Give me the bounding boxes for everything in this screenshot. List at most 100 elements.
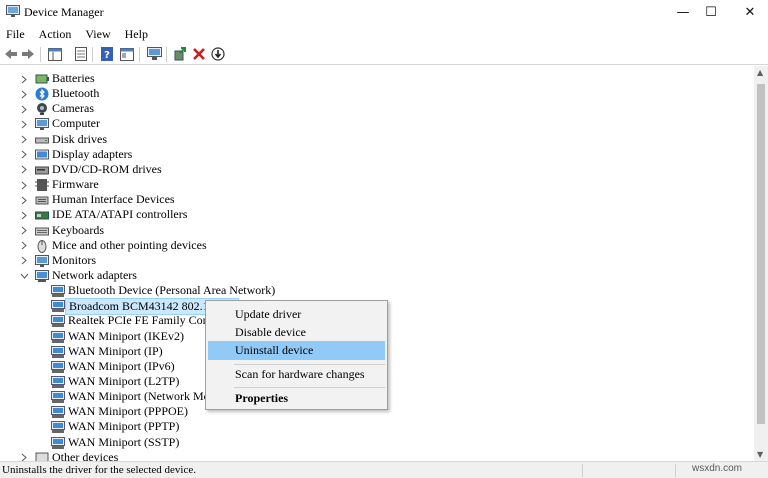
tree-category-label: Computer	[52, 116, 100, 131]
ctx-uninstall-device[interactable]: Uninstall device	[208, 341, 385, 360]
ctx-properties[interactable]: Properties	[208, 389, 385, 408]
tree-category-row[interactable]: Display adapters	[0, 147, 740, 162]
tree-category-label: Mice and other pointing devices	[52, 237, 207, 252]
menu-view[interactable]: View	[79, 24, 118, 43]
download-arrow-icon	[211, 47, 225, 61]
tree-category-row[interactable]: Cameras	[0, 101, 740, 116]
chevron-right-icon[interactable]	[19, 135, 29, 145]
disk-drive-icon	[35, 133, 49, 147]
bluetooth-icon	[35, 87, 49, 101]
close-button[interactable]: ✕	[727, 0, 768, 24]
uninstall-x-icon	[193, 48, 205, 60]
window-title: Device Manager	[24, 5, 104, 19]
update-driver-icon	[174, 47, 186, 61]
help-button[interactable]: ?	[99, 46, 115, 62]
mouse-icon	[35, 239, 49, 253]
toolbar-separator	[166, 47, 167, 62]
tree-category-row[interactable]: Computer	[0, 116, 740, 131]
console-tree-button[interactable]	[47, 46, 63, 62]
tree-category-row[interactable]: Bluetooth	[0, 86, 740, 101]
enable-device-button[interactable]	[210, 46, 226, 62]
tree-category-row[interactable]: Mice and other pointing devices	[0, 238, 740, 253]
chevron-right-icon[interactable]	[19, 165, 29, 175]
tree-category-label: IDE ATA/ATAPI controllers	[52, 207, 188, 222]
chevron-right-icon[interactable]	[19, 104, 29, 114]
device-label: WAN Miniport (IKEv2)	[68, 328, 184, 343]
network-adapter-row[interactable]: WAN Miniport (SSTP)	[0, 435, 740, 450]
chevron-right-icon[interactable]	[19, 74, 29, 84]
chevron-right-icon[interactable]	[19, 195, 29, 205]
maximize-icon: ☐	[705, 4, 717, 20]
chevron-right-icon[interactable]	[19, 150, 29, 160]
chevron-right-icon[interactable]	[19, 119, 29, 129]
tree-category-label: Human Interface Devices	[52, 192, 175, 207]
menu-bar: File Action View Help	[0, 24, 768, 43]
device-label: WAN Miniport (SSTP)	[68, 434, 180, 449]
tree-category-row[interactable]: Keyboards	[0, 223, 740, 238]
title-bar: Device Manager — ☐ ✕	[0, 0, 768, 24]
status-separator	[582, 464, 583, 477]
chevron-right-icon[interactable]	[19, 210, 29, 220]
ctx-update-driver[interactable]: Update driver	[208, 305, 385, 324]
toolbar-separator	[40, 47, 41, 62]
properties-sheet-icon	[75, 47, 87, 61]
context-menu: Update driver Disable device Uninstall d…	[205, 300, 388, 410]
tree-category-label: Cameras	[52, 101, 94, 116]
back-button[interactable]	[3, 46, 19, 62]
menu-file[interactable]: File	[0, 24, 33, 43]
update-driver-button[interactable]	[172, 46, 188, 62]
tree-category-row[interactable]: Network adapters	[0, 268, 740, 283]
tree-category-row[interactable]: Monitors	[0, 253, 740, 268]
tree-category-label: Keyboards	[52, 222, 104, 237]
network-adapter-icon	[51, 375, 65, 389]
toolbar: ?	[0, 43, 768, 65]
uninstall-button[interactable]	[191, 46, 207, 62]
back-arrow-icon	[5, 49, 17, 59]
menu-help[interactable]: Help	[119, 24, 156, 43]
network-adapter-row[interactable]: WAN Miniport (PPTP)	[0, 419, 740, 434]
status-text: Uninstalls the driver for the selected d…	[2, 464, 196, 476]
chevron-right-icon[interactable]	[19, 226, 29, 236]
tree-category-row[interactable]: Human Interface Devices	[0, 192, 740, 207]
tree-category-row[interactable]: DVD/CD-ROM drives	[0, 162, 740, 177]
network-adapter-row[interactable]: Bluetooth Device (Personal Area Network)	[0, 283, 740, 298]
tree-category-label: Batteries	[52, 71, 95, 85]
monitor-icon	[35, 254, 49, 268]
forward-button[interactable]	[20, 46, 36, 62]
scan-hardware-button[interactable]	[146, 46, 162, 62]
tree-category-row[interactable]: Other devices	[0, 450, 740, 461]
properties-button[interactable]	[73, 46, 89, 62]
network-adapter-icon	[51, 330, 65, 344]
chevron-down-icon[interactable]	[19, 271, 29, 281]
vertical-scrollbar[interactable]: ▲ ▼	[754, 66, 768, 461]
chevron-right-icon[interactable]	[19, 180, 29, 190]
chevron-right-icon[interactable]	[19, 256, 29, 266]
view-button[interactable]	[119, 46, 135, 62]
tree-category-row[interactable]: Batteries	[0, 71, 740, 86]
chevron-right-icon[interactable]	[19, 453, 29, 461]
ctx-scan-hardware[interactable]: Scan for hardware changes	[208, 365, 385, 384]
battery-icon	[35, 72, 49, 86]
tree-category-row[interactable]: Firmware	[0, 177, 740, 192]
toolbar-separator	[139, 47, 140, 62]
tree-category-row[interactable]: Disk drives	[0, 132, 740, 147]
close-icon: ✕	[744, 4, 756, 20]
network-adapter-icon	[51, 405, 65, 419]
tree-category-row[interactable]: IDE ATA/ATAPI controllers	[0, 207, 740, 222]
chevron-right-icon[interactable]	[19, 89, 29, 99]
ctx-disable-device[interactable]: Disable device	[208, 323, 385, 342]
network-adapter-icon	[51, 420, 65, 434]
menu-action[interactable]: Action	[33, 24, 80, 43]
chevron-right-icon[interactable]	[19, 241, 29, 251]
scroll-down-arrow-icon[interactable]: ▼	[757, 450, 763, 459]
scrollbar-thumb[interactable]	[757, 84, 765, 424]
help-icon: ?	[101, 47, 113, 61]
monitor-icon	[35, 117, 49, 131]
forward-arrow-icon	[22, 49, 34, 59]
svg-text:?: ?	[104, 50, 110, 61]
device-label: WAN Miniport (L2TP)	[68, 374, 180, 388]
scroll-up-arrow-icon[interactable]: ▲	[757, 68, 763, 77]
tree-category-label: Disk drives	[52, 131, 107, 146]
device-label: WAN Miniport (PPPOE)	[68, 404, 189, 419]
view-icon	[120, 47, 134, 61]
